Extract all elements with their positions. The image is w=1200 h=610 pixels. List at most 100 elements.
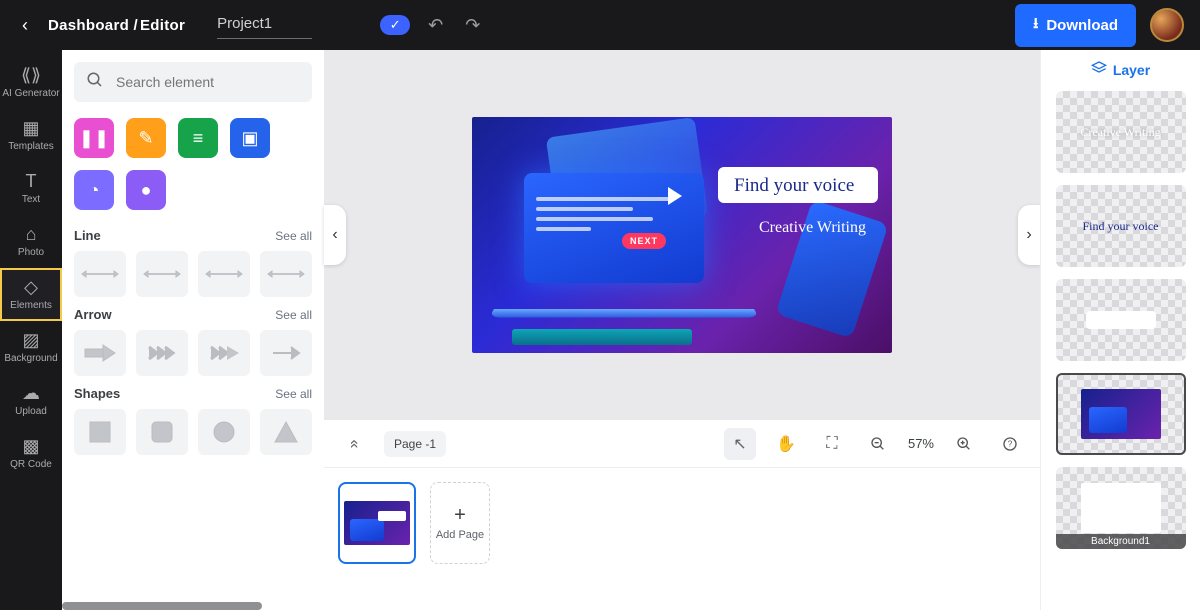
section-title: Line xyxy=(74,228,101,243)
add-page-label: Add Page xyxy=(436,529,484,541)
search-input-wrap[interactable] xyxy=(74,62,312,102)
fit-screen-icon[interactable]: ⛶ xyxy=(816,428,848,460)
templates-icon: ▦ xyxy=(22,119,39,137)
layers-header[interactable]: Layer xyxy=(1091,60,1150,79)
category-chip-violet[interactable]: ◔ xyxy=(74,170,114,210)
add-page-button[interactable]: + Add Page xyxy=(430,482,490,564)
zoom-out-icon[interactable] xyxy=(862,428,894,460)
rail-item-background[interactable]: ▨Background xyxy=(0,321,62,374)
upload-icon: ☁ xyxy=(22,384,40,402)
rail-item-ai-generator[interactable]: ⟪⟫AI Generator xyxy=(0,56,62,109)
line-tile-0[interactable] xyxy=(74,251,126,297)
avatar[interactable] xyxy=(1150,8,1184,42)
layers-icon xyxy=(1091,60,1107,79)
canvas-stage[interactable]: ‹ › NEXT Find your voice Creative Writin… xyxy=(324,50,1040,420)
photo-icon: ⌂ xyxy=(26,225,37,243)
search-input[interactable] xyxy=(114,73,300,91)
layer-text: Creative Writing xyxy=(1080,125,1160,140)
layer-item-1[interactable]: Find your voice xyxy=(1056,185,1186,267)
zoom-in-icon[interactable] xyxy=(948,428,980,460)
download-icon: ⭳ xyxy=(1033,13,1038,38)
top-bar: ‹ Dashboard / Editor Project1 ✓ ↶ ↷ ⭳ Do… xyxy=(0,0,1200,50)
layer-text: Find your voice xyxy=(1083,219,1159,234)
category-chip-green[interactable]: ≡ xyxy=(178,118,218,158)
layers-panel: Layer Creative Writing Find your voice Bac… xyxy=(1040,50,1200,610)
line-tile-3[interactable] xyxy=(260,251,312,297)
canvas-toolbar: « Page -1 ↖ ✋ ⛶ 57% ? xyxy=(324,420,1040,468)
category-chip-orange[interactable]: ✎ xyxy=(126,118,166,158)
shape-tile-2[interactable] xyxy=(198,409,250,455)
rail-item-upload[interactable]: ☁Upload xyxy=(0,374,62,427)
cursor-tool-icon[interactable]: ↖ xyxy=(724,428,756,460)
zoom-percentage[interactable]: 57% xyxy=(908,436,934,451)
rail-item-text[interactable]: TText xyxy=(0,162,62,215)
rail-item-templates[interactable]: ▦Templates xyxy=(0,109,62,162)
qr-code-icon: ▩ xyxy=(22,437,39,455)
hand-tool-icon[interactable]: ✋ xyxy=(770,428,802,460)
layer-item-4[interactable]: Background1 xyxy=(1056,467,1186,549)
subtitle-text[interactable]: Creative Writing xyxy=(759,219,866,237)
laptop-graphic xyxy=(494,173,754,323)
next-badge: NEXT xyxy=(622,233,666,249)
svg-text:?: ? xyxy=(1008,439,1013,448)
breadcrumb[interactable]: Dashboard / Editor xyxy=(48,17,185,34)
section-shapes: Shapes See all xyxy=(74,386,312,455)
collapse-pages-icon[interactable]: « xyxy=(338,428,370,460)
category-chip-blue[interactable]: ▣ xyxy=(230,118,270,158)
shape-tile-3[interactable] xyxy=(260,409,312,455)
help-icon[interactable]: ? xyxy=(994,428,1026,460)
collapse-right-panel-button[interactable]: › xyxy=(1018,205,1040,265)
category-chip-pink[interactable]: ❚❚ xyxy=(74,118,114,158)
rail-item-qr-code[interactable]: ▩QR Code xyxy=(0,427,62,480)
text-icon: T xyxy=(26,172,37,190)
arrow-tile-0[interactable] xyxy=(74,330,126,376)
headline-text: Find your voice xyxy=(734,175,862,197)
layer-image xyxy=(1081,389,1161,439)
section-title: Shapes xyxy=(74,386,120,401)
rail-item-elements[interactable]: ◇Elements xyxy=(0,268,62,321)
arrow-tile-3[interactable] xyxy=(260,330,312,376)
background-icon: ▨ xyxy=(22,331,39,349)
section-arrow: Arrow See all xyxy=(74,307,312,376)
layer-caption: Background1 xyxy=(1056,534,1186,549)
design-artboard[interactable]: NEXT Find your voice Creative Writing xyxy=(472,117,892,353)
back-icon[interactable]: ‹ xyxy=(16,15,34,36)
crumb-editor: Editor xyxy=(140,17,185,34)
arrow-tile-1[interactable] xyxy=(136,330,188,376)
line-tile-2[interactable] xyxy=(198,251,250,297)
category-chip-purple[interactable]: ● xyxy=(126,170,166,210)
redo-button[interactable]: ↷ xyxy=(461,15,484,36)
category-chip-row: ❚❚ ✎ ≡ ▣ ◔ ● xyxy=(74,118,312,210)
page-strip: + Add Page xyxy=(324,468,1040,610)
shape-tile-0[interactable] xyxy=(74,409,126,455)
layer-shape xyxy=(1086,311,1156,329)
plus-icon: + xyxy=(454,505,466,525)
sync-status-icon[interactable]: ✓ xyxy=(380,15,410,35)
left-rail: ⟪⟫AI Generator▦TemplatesTText⌂Photo◇Elem… xyxy=(0,50,62,610)
project-name-input[interactable]: Project1 xyxy=(217,11,312,39)
layer-item-0[interactable]: Creative Writing xyxy=(1056,91,1186,173)
shape-tile-1[interactable] xyxy=(136,409,188,455)
see-all-link[interactable]: See all xyxy=(275,308,312,322)
layer-item-2[interactable] xyxy=(1056,279,1186,361)
arrow-tile-2[interactable] xyxy=(198,330,250,376)
undo-button[interactable]: ↶ xyxy=(424,15,447,36)
rail-item-photo[interactable]: ⌂Photo xyxy=(0,215,62,268)
layer-item-3[interactable] xyxy=(1056,373,1186,455)
page-indicator[interactable]: Page -1 xyxy=(384,431,446,457)
section-title: Arrow xyxy=(74,307,112,322)
download-button[interactable]: ⭳ Download xyxy=(1015,4,1136,47)
crumb-dashboard: Dashboard / xyxy=(48,17,138,34)
line-tile-1[interactable] xyxy=(136,251,188,297)
elements-panel: ❚❚ ✎ ≡ ▣ ◔ ● Line See all Arrow See all Shapes See… xyxy=(62,50,324,610)
headline-card[interactable]: Find your voice xyxy=(718,167,878,203)
collapse-left-panel-button[interactable]: ‹ xyxy=(324,205,346,265)
book-graphic xyxy=(512,329,692,345)
scrollbar[interactable] xyxy=(62,602,262,610)
see-all-link[interactable]: See all xyxy=(275,229,312,243)
elements-icon: ◇ xyxy=(24,278,38,296)
ai-generator-icon: ⟪⟫ xyxy=(21,66,41,84)
see-all-link[interactable]: See all xyxy=(275,387,312,401)
page-thumbnail-1[interactable] xyxy=(338,482,416,564)
layer-background xyxy=(1081,483,1161,533)
